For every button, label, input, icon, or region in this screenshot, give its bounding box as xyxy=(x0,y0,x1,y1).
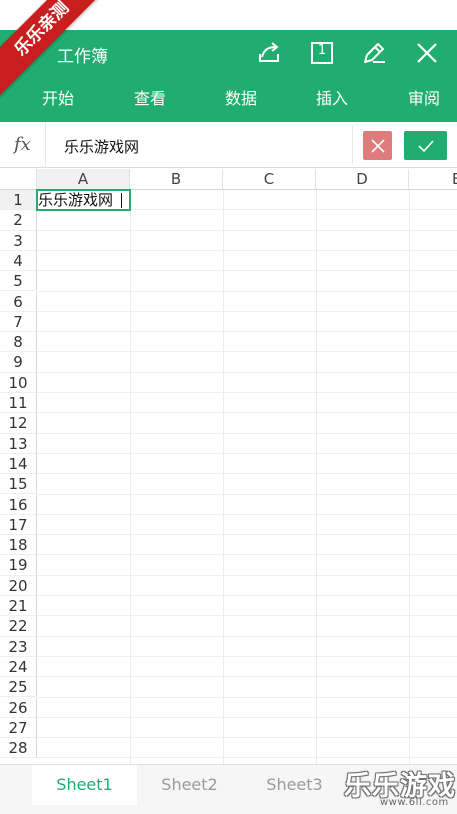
row-header[interactable]: 26 xyxy=(0,697,37,718)
formula-divider-right xyxy=(352,126,353,164)
grid-line xyxy=(37,615,457,617)
cancel-edit-button[interactable] xyxy=(363,131,392,160)
grid-line xyxy=(37,351,457,353)
grid-line xyxy=(37,432,457,434)
edit-icon[interactable] xyxy=(359,38,389,68)
row-header[interactable]: 28 xyxy=(0,738,37,759)
row-header[interactable]: 10 xyxy=(0,372,37,393)
row-header[interactable]: 3 xyxy=(0,230,37,251)
row-header[interactable]: 25 xyxy=(0,677,37,698)
grid-line xyxy=(37,635,457,637)
row-header[interactable]: 1 xyxy=(0,190,37,211)
sheet-tab-2[interactable]: Sheet2 xyxy=(137,765,242,805)
row-header[interactable]: 6 xyxy=(0,291,37,312)
tab-start[interactable]: 开始 xyxy=(42,85,74,109)
select-all-corner[interactable] xyxy=(0,169,37,190)
sheet-tab-3[interactable]: Sheet3 xyxy=(242,765,347,805)
row-header[interactable]: 23 xyxy=(0,636,37,657)
row-header[interactable]: 7 xyxy=(0,311,37,333)
row-header[interactable]: 5 xyxy=(0,271,37,292)
grid-line xyxy=(37,290,457,292)
grid-line xyxy=(37,696,457,698)
grid-line xyxy=(37,270,457,272)
watermark-url: www.6ll.com xyxy=(380,797,449,808)
grid-line xyxy=(37,676,457,678)
sheet-tab-1[interactable]: Sheet1 xyxy=(32,765,137,805)
row-header[interactable]: 22 xyxy=(0,616,37,637)
cell-grid[interactable]: A B C D E 1 2 3 4 5 6 7 8 9 10 11 12 13 14 15 16 17 18 19 2… xyxy=(0,169,457,764)
grid-line xyxy=(37,229,457,231)
grid-line xyxy=(37,249,457,251)
grid-line xyxy=(316,190,317,764)
grid-line xyxy=(409,190,410,764)
formula-divider xyxy=(45,122,46,168)
grid-line xyxy=(37,452,457,454)
tab-review[interactable]: 审阅 xyxy=(408,85,440,109)
tab-view[interactable]: 查看 xyxy=(134,85,166,109)
grid-line xyxy=(37,310,457,312)
spreadsheet-app: 乐乐亲测 工作簿 1 开始 查看 数据 插入 审阅 fx 乐乐游戏网 A B C… xyxy=(0,0,457,814)
close-icon[interactable] xyxy=(412,38,442,68)
check-icon xyxy=(417,139,434,152)
grid-line xyxy=(223,190,224,764)
row-header[interactable]: 4 xyxy=(0,250,37,272)
grid-line xyxy=(37,574,457,576)
share-icon[interactable] xyxy=(254,38,284,68)
column-header-e[interactable]: E xyxy=(409,169,457,190)
row-header[interactable]: 18 xyxy=(0,535,37,556)
row-header[interactable]: 8 xyxy=(0,332,37,353)
row-header[interactable]: 9 xyxy=(0,352,37,373)
grid-line xyxy=(37,473,457,475)
column-header-d[interactable]: D xyxy=(316,169,409,190)
grid-line xyxy=(37,757,457,759)
grid-line xyxy=(37,392,457,393)
grid-line xyxy=(37,534,457,536)
grid-line xyxy=(37,595,457,596)
grid-line xyxy=(37,716,457,718)
row-header[interactable]: 21 xyxy=(0,596,37,617)
workbook-title: 工作簿 xyxy=(57,47,108,67)
row-header[interactable]: 13 xyxy=(0,433,37,454)
grid-line xyxy=(37,554,457,556)
row-header[interactable]: 17 xyxy=(0,514,37,536)
grid-line xyxy=(37,737,457,739)
row-header[interactable]: 20 xyxy=(0,575,37,596)
site-watermark: 乐乐游戏 www.6ll.com xyxy=(344,764,456,810)
row-header[interactable]: 11 xyxy=(0,393,37,414)
grid-line xyxy=(37,513,457,515)
column-header-c[interactable]: C xyxy=(223,169,316,190)
text-cursor xyxy=(121,193,122,208)
fx-label: fx xyxy=(14,134,31,155)
grid-line xyxy=(37,493,457,495)
selected-cell-outline xyxy=(36,189,131,211)
sheet-count-icon[interactable]: 1 xyxy=(307,38,337,68)
confirm-edit-button[interactable] xyxy=(404,131,447,160)
row-header[interactable]: 24 xyxy=(0,656,37,678)
app-header: 工作簿 1 开始 查看 数据 插入 审阅 xyxy=(0,30,457,122)
grid-line xyxy=(37,371,457,373)
grid-line xyxy=(37,412,457,414)
ribbon-tabs: 开始 查看 数据 插入 审阅 xyxy=(0,85,457,115)
column-header-b[interactable]: B xyxy=(130,169,223,190)
grid-line xyxy=(37,655,457,657)
tab-data[interactable]: 数据 xyxy=(225,85,257,109)
sheet-count-badge: 1 xyxy=(317,43,327,58)
tab-insert[interactable]: 插入 xyxy=(316,85,348,109)
cancel-icon xyxy=(370,138,385,153)
column-header-a[interactable]: A xyxy=(37,169,130,190)
row-header[interactable]: 12 xyxy=(0,413,37,434)
grid-line xyxy=(130,190,131,764)
row-header[interactable]: 16 xyxy=(0,494,37,515)
formula-input[interactable]: 乐乐游戏网 xyxy=(64,136,139,157)
row-header[interactable]: 14 xyxy=(0,453,37,475)
grid-line xyxy=(37,331,457,333)
row-header[interactable]: 15 xyxy=(0,474,37,495)
row-header[interactable]: 27 xyxy=(0,717,37,739)
row-header[interactable]: 2 xyxy=(0,210,37,231)
row-header[interactable]: 19 xyxy=(0,555,37,576)
